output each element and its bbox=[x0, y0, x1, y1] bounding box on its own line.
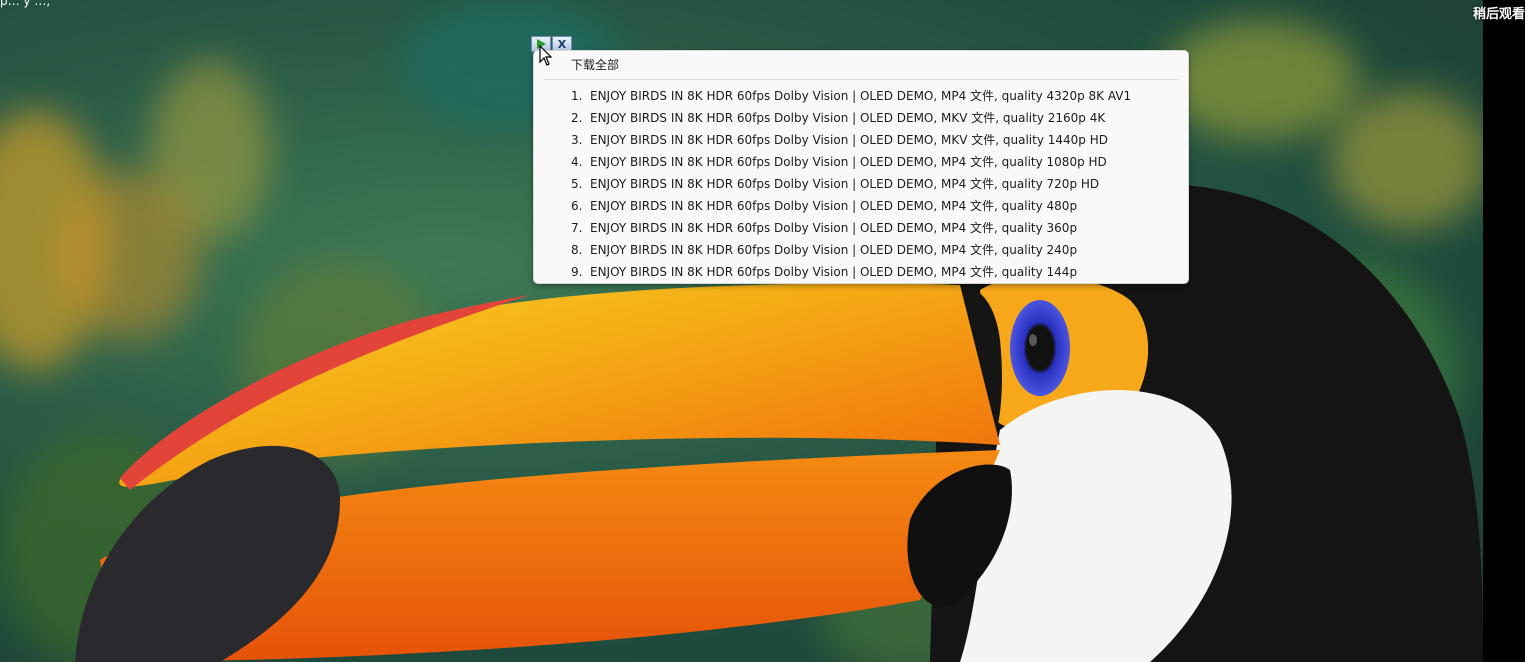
item-index: 8. bbox=[571, 243, 583, 257]
download-option-item[interactable]: 7. ENJOY BIRDS IN 8K HDR 60fps Dolby Visi… bbox=[534, 217, 1188, 239]
download-option-item[interactable]: 4. ENJOY BIRDS IN 8K HDR 60fps Dolby Visi… bbox=[534, 151, 1188, 173]
item-label: ENJOY BIRDS IN 8K HDR 60fps Dolby Vision… bbox=[590, 133, 1108, 147]
download-option-item[interactable]: 3. ENJOY BIRDS IN 8K HDR 60fps Dolby Visi… bbox=[534, 129, 1188, 151]
download-option-item[interactable]: 8. ENJOY BIRDS IN 8K HDR 60fps Dolby Visi… bbox=[534, 239, 1188, 261]
item-index: 6. bbox=[571, 199, 583, 213]
download-option-item[interactable]: 1. ENJOY BIRDS IN 8K HDR 60fps Dolby Visi… bbox=[534, 85, 1188, 107]
download-option-item[interactable]: 6. ENJOY BIRDS IN 8K HDR 60fps Dolby Visi… bbox=[534, 195, 1188, 217]
item-label: ENJOY BIRDS IN 8K HDR 60fps Dolby Vision… bbox=[590, 243, 1078, 257]
item-index: 1. bbox=[571, 89, 583, 103]
item-index: 4. bbox=[571, 155, 583, 169]
item-label: ENJOY BIRDS IN 8K HDR 60fps Dolby Vision… bbox=[590, 199, 1078, 213]
item-label: ENJOY BIRDS IN 8K HDR 60fps Dolby Vision… bbox=[590, 221, 1078, 235]
download-all-button[interactable]: 下载全部 bbox=[571, 56, 619, 74]
video-title-fragment: p… y …, bbox=[0, 0, 51, 8]
item-label: ENJOY BIRDS IN 8K HDR 60fps Dolby Vision… bbox=[590, 155, 1107, 169]
download-option-item[interactable]: 9. ENJOY BIRDS IN 8K HDR 60fps Dolby Visi… bbox=[534, 261, 1188, 283]
watch-later-button[interactable]: 稍后观看 bbox=[1473, 3, 1525, 22]
item-index: 9. bbox=[571, 265, 583, 279]
item-index: 2. bbox=[571, 111, 583, 125]
download-option-item[interactable]: 2. ENJOY BIRDS IN 8K HDR 60fps Dolby Visi… bbox=[534, 107, 1188, 129]
download-menu: 下载全部 1. ENJOY BIRDS IN 8K HDR 60fps Dolby… bbox=[533, 50, 1189, 284]
toucan-eye bbox=[1010, 300, 1070, 396]
item-index: 7. bbox=[571, 221, 583, 235]
item-label: ENJOY BIRDS IN 8K HDR 60fps Dolby Vision… bbox=[590, 89, 1132, 103]
close-icon: X bbox=[557, 37, 567, 51]
item-label: ENJOY BIRDS IN 8K HDR 60fps Dolby Vision… bbox=[590, 177, 1100, 191]
item-index: 3. bbox=[571, 133, 583, 147]
item-label: ENJOY BIRDS IN 8K HDR 60fps Dolby Vision… bbox=[590, 111, 1106, 125]
player-side-bar bbox=[1483, 0, 1525, 662]
download-option-item[interactable]: 5. ENJOY BIRDS IN 8K HDR 60fps Dolby Visi… bbox=[534, 173, 1188, 195]
item-label: ENJOY BIRDS IN 8K HDR 60fps Dolby Vision… bbox=[590, 265, 1078, 279]
item-index: 5. bbox=[571, 177, 583, 191]
download-options-list: 1. ENJOY BIRDS IN 8K HDR 60fps Dolby Visi… bbox=[534, 85, 1188, 283]
menu-divider bbox=[544, 79, 1178, 80]
mouse-cursor-icon bbox=[539, 45, 553, 66]
